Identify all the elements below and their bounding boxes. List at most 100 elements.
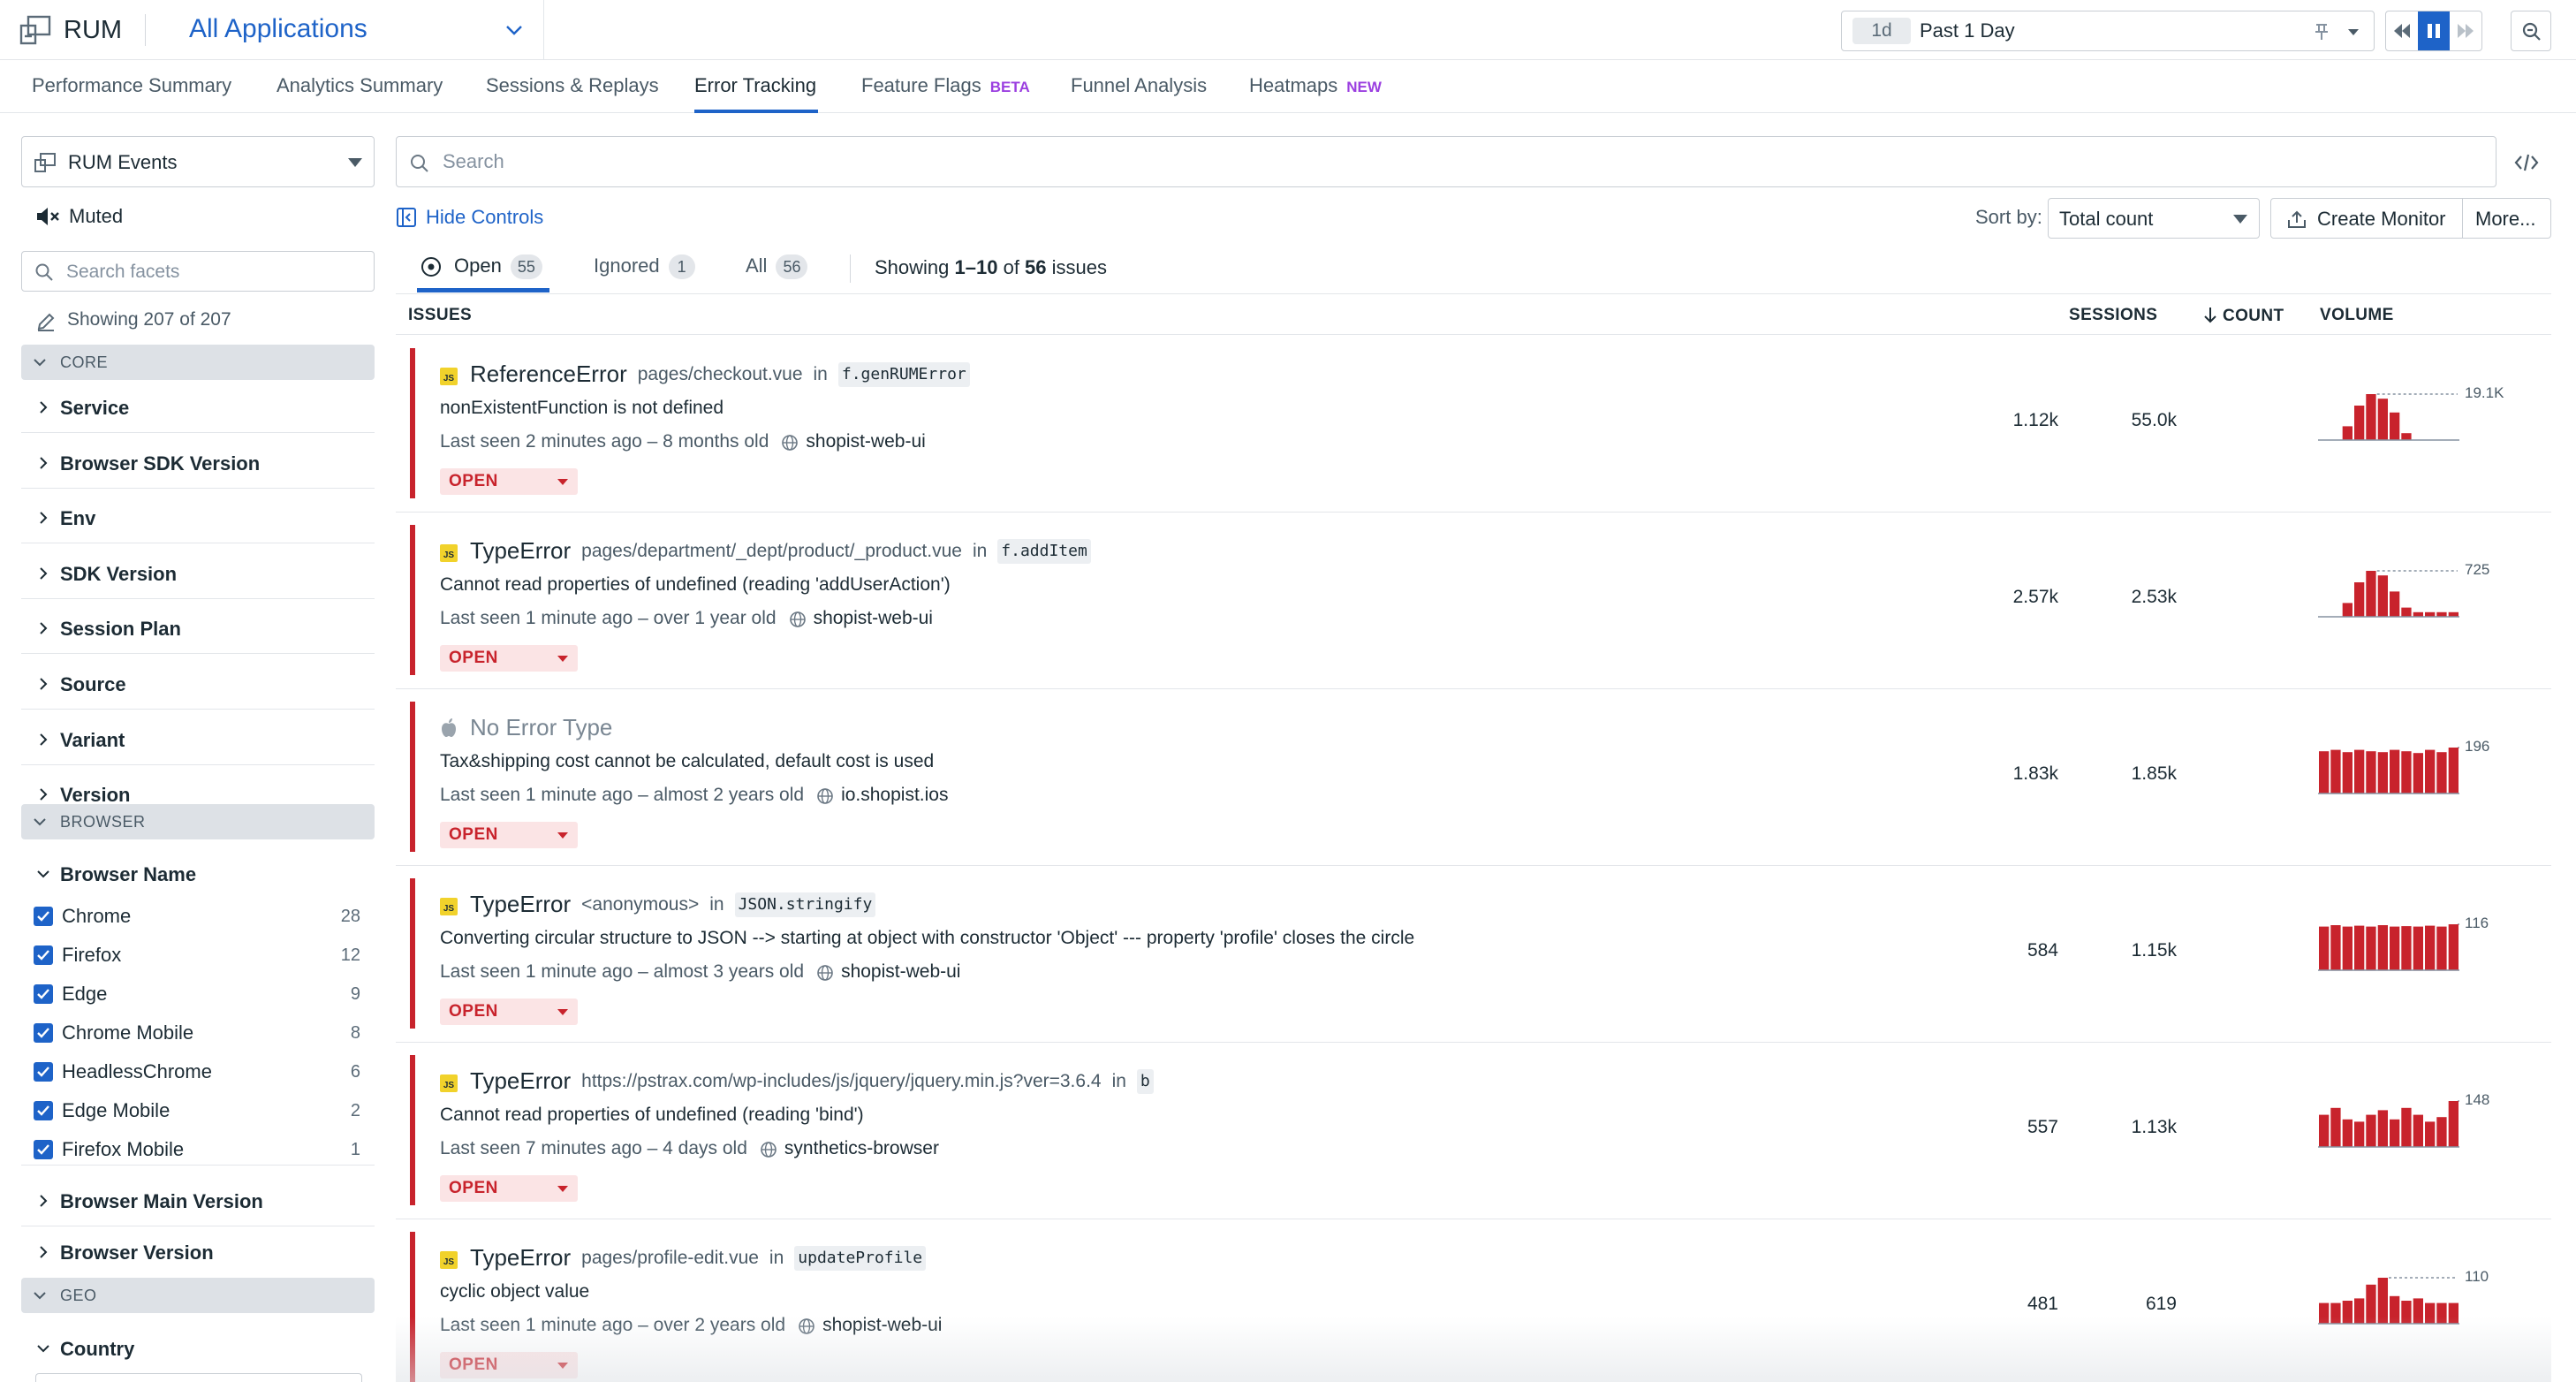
volume-bar <box>2366 394 2376 440</box>
status-label: OPEN <box>449 1002 498 1021</box>
create-monitor-button[interactable]: Create Monitor <box>2270 198 2463 239</box>
tab-heatmaps[interactable]: Heatmaps NEW <box>1249 74 1382 97</box>
browser-name-option[interactable]: Firefox Mobile 1 <box>34 1133 360 1168</box>
tab-analytics-summary[interactable]: Analytics Summary <box>277 74 443 97</box>
issue-row[interactable]: JS TypeError pages/profile-edit.vue in updat… <box>396 1219 2551 1382</box>
status-label: OPEN <box>449 1179 498 1197</box>
issue-row[interactable]: JS TypeError pages/department/_dept/produc… <box>396 513 2551 689</box>
volume-bar <box>2366 751 2376 794</box>
tab-sessions-replays[interactable]: Sessions & Replays <box>486 74 659 97</box>
sort-select[interactable]: Total count <box>2048 198 2260 239</box>
browser-name-option[interactable]: Chrome Mobile 8 <box>34 1016 360 1052</box>
service-name: shopist-web-ui <box>806 431 926 452</box>
facet-search-input[interactable]: Search facets <box>21 251 375 292</box>
tab-error-tracking[interactable]: Error Tracking <box>694 74 816 97</box>
checkbox[interactable] <box>34 984 53 1004</box>
error-message: cyclic object value <box>440 1281 590 1302</box>
facet-country[interactable]: Country <box>21 1323 375 1374</box>
rewind-button[interactable] <box>2386 11 2418 50</box>
browser-name-option[interactable]: Chrome 28 <box>34 900 360 935</box>
status-select[interactable]: OPEN <box>440 1352 578 1378</box>
browser-name-option[interactable]: Firefox 12 <box>34 938 360 974</box>
status-tab-ignored-row: Ignored 1 <box>594 254 695 280</box>
checkbox[interactable] <box>34 945 53 965</box>
in-label: in <box>769 1248 784 1268</box>
volume-bar <box>2377 575 2388 617</box>
group-header-geo[interactable]: GEO <box>21 1278 375 1313</box>
browser-name-option[interactable]: Edge Mobile 2 <box>34 1094 360 1129</box>
volume-bar <box>2436 1302 2447 1324</box>
chevron-right-icon <box>40 1195 48 1207</box>
app-title: RUM <box>64 16 123 44</box>
peak-label: 116 <box>2465 915 2489 931</box>
divider <box>396 334 2551 335</box>
caret-down-icon[interactable] <box>2345 24 2361 40</box>
column-header-count[interactable]: COUNT <box>2203 306 2284 326</box>
volume-bar <box>2354 749 2365 794</box>
volume-bar <box>2413 1298 2423 1324</box>
option-count: 28 <box>340 907 360 926</box>
issue-row[interactable]: JS ReferenceError pages/checkout.vue in f.ge… <box>396 336 2551 513</box>
volume-sparkline <box>2318 747 2459 794</box>
facet-browser-main-version[interactable]: Browser Main Version <box>21 1175 375 1226</box>
volume-bar <box>2401 751 2412 794</box>
status-select[interactable]: OPEN <box>440 1175 578 1202</box>
status-select[interactable]: OPEN <box>440 822 578 848</box>
checkbox[interactable] <box>34 1062 53 1082</box>
query-code-button[interactable] <box>2509 145 2544 180</box>
checkbox[interactable] <box>34 1023 53 1043</box>
pin-icon[interactable] <box>2312 22 2331 42</box>
facet-sdk-version[interactable]: SDK Version <box>21 548 375 599</box>
tab-feature-flags[interactable]: Feature Flags BETA <box>861 74 1030 97</box>
tab-performance-summary[interactable]: Performance Summary <box>32 74 231 97</box>
browser-name-option[interactable]: HeadlessChrome 6 <box>34 1055 360 1090</box>
divider <box>396 293 2551 294</box>
application-selector[interactable]: All Applications <box>173 12 527 49</box>
status-tab-ignored[interactable]: Ignored 1 <box>594 254 695 281</box>
volume-bar <box>2377 399 2388 440</box>
pencil-icon[interactable] <box>35 311 57 332</box>
facet-service[interactable]: Service <box>21 382 375 433</box>
issue-search-input[interactable]: Search <box>396 136 2496 187</box>
volume-bar <box>2448 1302 2459 1324</box>
browser-name-option[interactable]: Edge 9 <box>34 977 360 1013</box>
time-picker[interactable]: 1d Past 1 Day <box>1841 11 2375 51</box>
export-icon <box>2288 210 2306 228</box>
status-select[interactable]: OPEN <box>440 645 578 672</box>
group-header-core[interactable]: CORE <box>21 345 375 380</box>
active-status-indicator <box>417 288 549 292</box>
status-select[interactable]: OPEN <box>440 468 578 495</box>
column-header-sessions[interactable]: SESSIONS <box>2069 306 2157 325</box>
peak-label: 196 <box>2465 738 2490 755</box>
facet-session-plan[interactable]: Session Plan <box>21 603 375 655</box>
chevron-down-icon <box>34 359 46 367</box>
facet-browser-sdk-version[interactable]: Browser SDK Version <box>21 437 375 489</box>
status-select[interactable]: OPEN <box>440 999 578 1025</box>
more-button[interactable]: More... <box>2463 198 2551 239</box>
checkbox[interactable] <box>34 907 53 926</box>
count-value: 1.15k <box>2131 940 2177 961</box>
facet-browser-version[interactable]: Browser Version <box>21 1226 375 1278</box>
issue-row[interactable]: JS TypeError <anonymous> in JSON.stringify Co… <box>396 866 2551 1043</box>
volume-bar <box>2436 1117 2447 1147</box>
tab-funnel-analysis[interactable]: Funnel Analysis <box>1071 74 1207 97</box>
facet-browser-name[interactable]: Browser Name <box>21 848 375 900</box>
checkbox[interactable] <box>34 1140 53 1159</box>
country-search-input[interactable] <box>35 1373 362 1382</box>
volume-chart: 116 <box>2318 915 2521 997</box>
facet-variant[interactable]: Variant <box>21 714 375 765</box>
zoom-search-button[interactable] <box>2511 11 2551 51</box>
forward-button[interactable] <box>2450 11 2481 50</box>
pause-button[interactable] <box>2418 11 2450 50</box>
issue-row[interactable]: No Error Type Tax&shipping cost cannot be… <box>396 689 2551 866</box>
caret-down-icon <box>557 832 568 839</box>
issue-row[interactable]: JS TypeError https://pstrax.com/wp-include… <box>396 1043 2551 1219</box>
facet-env[interactable]: Env <box>21 492 375 544</box>
facet-source[interactable]: Source <box>21 658 375 710</box>
showing-range: 1–10 <box>954 256 998 278</box>
volume-bar <box>2390 1295 2400 1324</box>
group-header-browser[interactable]: BROWSER <box>21 804 375 839</box>
rum-events-select[interactable]: RUM Events <box>21 136 375 187</box>
checkbox[interactable] <box>34 1101 53 1120</box>
status-tab-all[interactable]: All 56 <box>746 254 808 281</box>
